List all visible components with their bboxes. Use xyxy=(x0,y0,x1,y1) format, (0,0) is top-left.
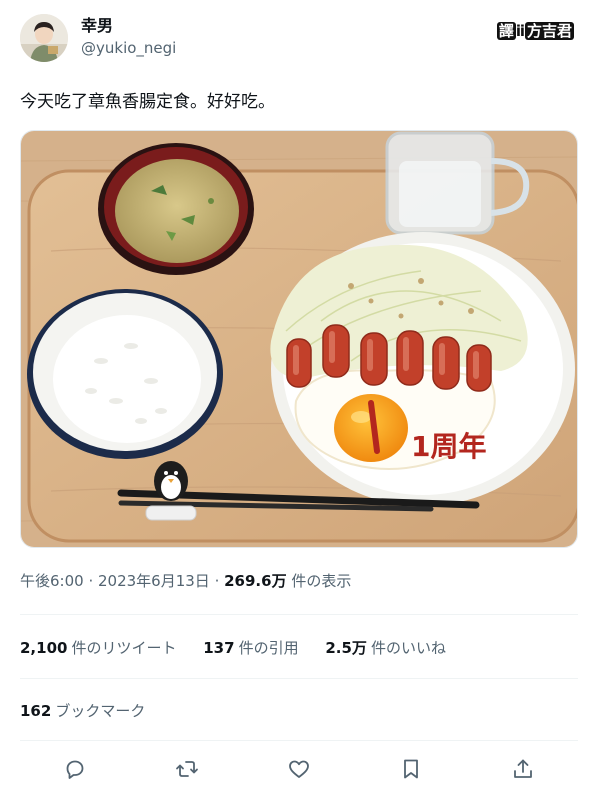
like-button[interactable] xyxy=(282,752,316,786)
tweet-date[interactable]: 2023年6月13日 xyxy=(98,572,210,590)
author-names: 幸男 @yukio_negi xyxy=(81,16,176,59)
tweet-header: 幸男 @yukio_negi 譯 ⅱ 方吉君 xyxy=(20,14,580,66)
quotes-label: 件の引用 xyxy=(238,639,299,657)
quotes-stat[interactable]: 137 件の引用 xyxy=(203,637,298,659)
action-bar xyxy=(20,752,578,786)
share-icon xyxy=(514,759,532,778)
tweet-meta: 午後6:00 · 2023年6月13日 · 269.6万 件の表示 xyxy=(20,571,351,591)
quotes-count: 137 xyxy=(203,639,235,657)
bookmarks-label: ブックマーク xyxy=(55,702,146,720)
share-button[interactable] xyxy=(506,752,540,786)
engagement-stats: 2,100 件のリツイート 137 件の引用 2.5万 件のいいね xyxy=(20,637,468,659)
likes-stat[interactable]: 2.5万 件のいいね xyxy=(325,637,446,659)
likes-label: 件のいいね xyxy=(370,639,446,657)
display-name[interactable]: 幸男 xyxy=(81,16,176,36)
retweet-button[interactable] xyxy=(170,752,204,786)
reply-button[interactable] xyxy=(58,752,92,786)
avatar[interactable] xyxy=(20,14,68,62)
reply-icon xyxy=(66,760,84,779)
bookmarks-count: 162 xyxy=(20,702,52,720)
meta-separator: · xyxy=(83,572,98,590)
user-handle[interactable]: @yukio_negi xyxy=(81,37,176,59)
bookmarks-stat[interactable]: 162 ブックマーク xyxy=(20,700,145,722)
meta-separator: · xyxy=(209,572,225,590)
retweets-stat[interactable]: 2,100 件のリツイート xyxy=(20,637,176,659)
retweet-icon xyxy=(176,761,198,777)
bookmark-button[interactable] xyxy=(394,752,428,786)
divider xyxy=(20,678,578,679)
watermark-name: 方吉君 xyxy=(524,22,574,40)
view-count: 269.6万 xyxy=(224,572,287,590)
like-icon xyxy=(289,760,309,778)
likes-count: 2.5万 xyxy=(325,639,367,657)
retweets-label: 件のリツイート xyxy=(71,639,177,657)
watermark-middle: ⅱ xyxy=(515,22,525,40)
view-label: 件の表示 xyxy=(286,572,352,590)
tweet-time[interactable]: 午後6:00 xyxy=(20,572,84,590)
translator-watermark: 譯 ⅱ 方吉君 xyxy=(496,22,574,40)
divider xyxy=(20,614,578,615)
tweet-photo[interactable]: 1周年 xyxy=(20,130,578,548)
ketchup-writing: 1周年 xyxy=(411,430,486,463)
divider xyxy=(20,740,578,741)
tweet-text: 今天吃了章魚香腸定食。好好吃。 xyxy=(20,92,275,112)
watermark-badge: 譯 xyxy=(496,22,516,40)
bookmark-icon xyxy=(404,759,418,779)
retweets-count: 2,100 xyxy=(20,639,68,657)
